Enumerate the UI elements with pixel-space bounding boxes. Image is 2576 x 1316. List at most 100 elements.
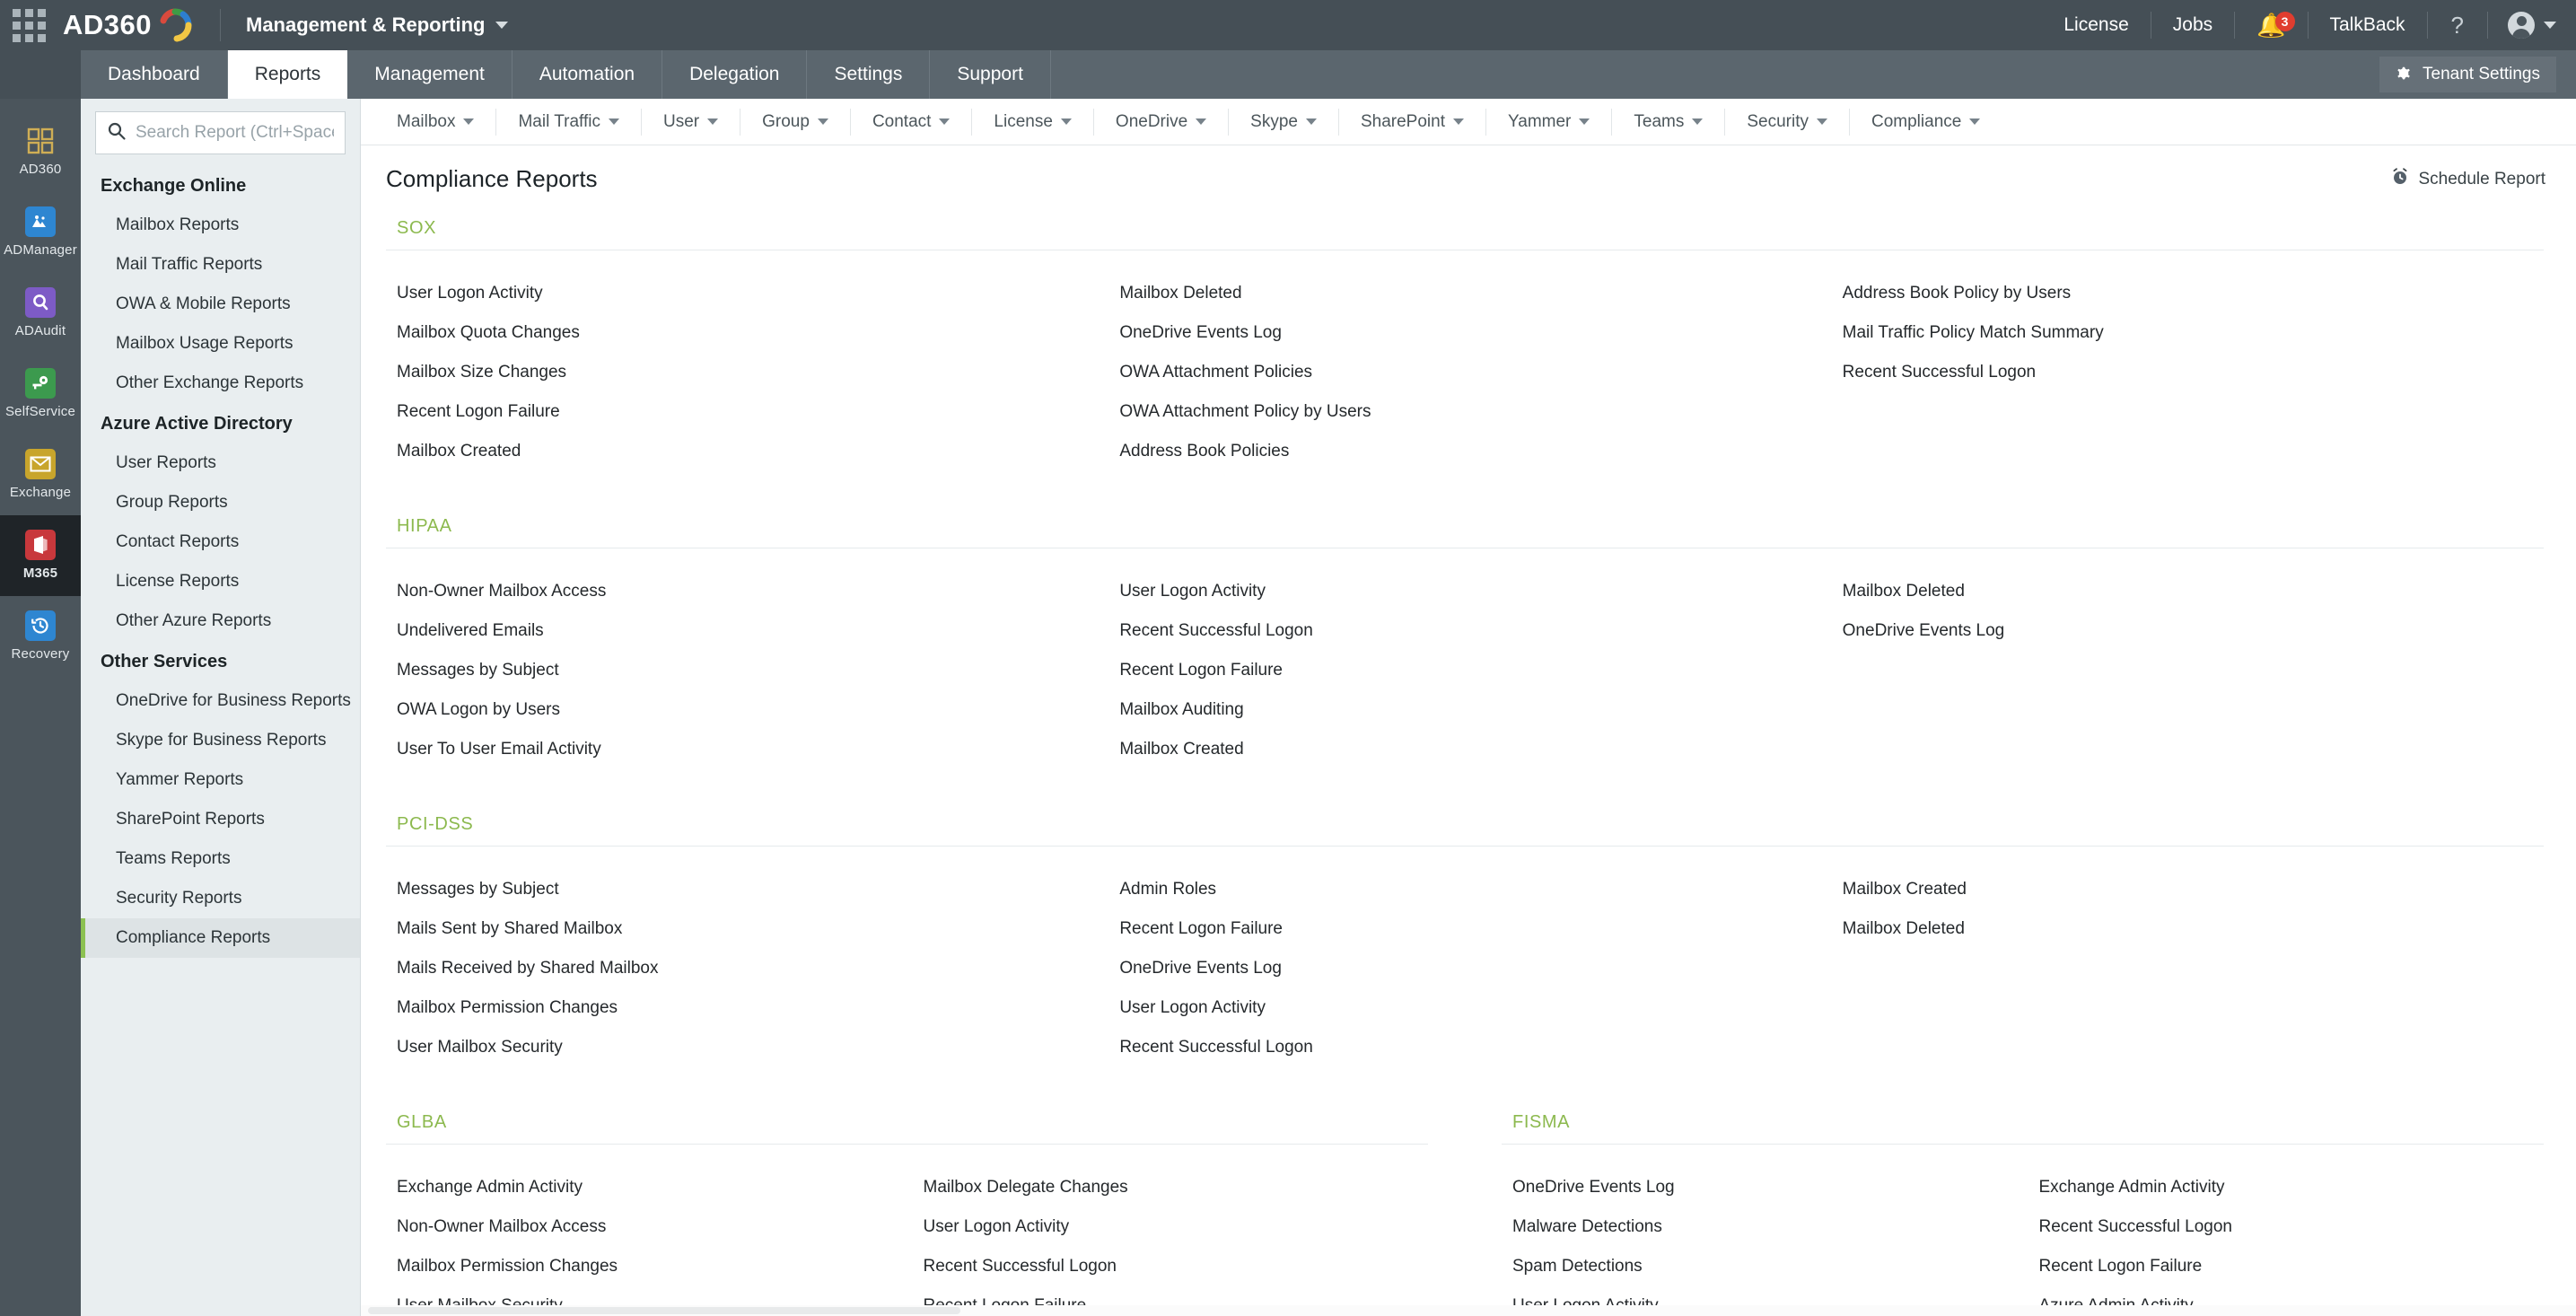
report-link[interactable]: Recent Successful Logon [1108,611,1312,651]
report-link[interactable]: OneDrive Events Log [1108,949,1282,988]
report-link[interactable]: Undelivered Emails [386,611,544,651]
report-link[interactable]: User Logon Activity [913,1207,1070,1247]
report-link[interactable]: Mailbox Auditing [1108,690,1243,730]
module-tab-mailbox[interactable]: Mailbox [375,109,496,136]
report-link[interactable]: Mailbox Permission Changes [386,988,618,1028]
sidebar-item-owa-mobile-reports[interactable]: OWA & Mobile Reports [81,285,360,324]
report-link[interactable]: OWA Attachment Policy by Users [1108,392,1371,432]
report-link[interactable]: User Logon Activity [386,274,543,313]
report-link[interactable]: Mailbox Deleted [1832,909,1965,949]
report-link[interactable]: Mailbox Quota Changes [386,313,580,353]
tab-management[interactable]: Management [347,50,513,99]
search-input[interactable] [136,123,334,143]
tab-reports[interactable]: Reports [228,50,348,99]
report-link[interactable]: OneDrive Events Log [1832,611,2005,651]
report-link[interactable]: OneDrive Events Log [1108,313,1282,353]
module-tab-contact[interactable]: Contact [851,109,972,136]
product-selector[interactable]: Management & Reporting [246,13,508,37]
report-link[interactable]: Address Book Policies [1108,432,1289,471]
sidebar-item-skype-reports[interactable]: Skype for Business Reports [81,721,360,760]
brand-logo[interactable]: AD360 [57,5,195,45]
sidebar-item-compliance-reports[interactable]: Compliance Reports [81,918,360,958]
report-link[interactable]: Messages by Subject [386,870,559,909]
report-link[interactable]: Mails Received by Shared Mailbox [386,949,658,988]
report-link[interactable]: Mailbox Deleted [1832,572,1965,611]
report-link[interactable]: Admin Roles [1108,870,1216,909]
module-tab-mail-traffic[interactable]: Mail Traffic [496,109,642,136]
schedule-report-button[interactable]: Schedule Report [2391,167,2545,191]
report-link[interactable]: Mailbox Created [386,432,521,471]
sidebar-item-mailbox-usage-reports[interactable]: Mailbox Usage Reports [81,324,360,364]
help-icon[interactable]: ? [2428,12,2487,39]
tab-dashboard[interactable]: Dashboard [81,50,228,99]
module-tab-onedrive[interactable]: OneDrive [1094,109,1229,136]
module-tab-group[interactable]: Group [740,109,851,136]
rail-item-admanager[interactable]: ADManager [0,192,81,273]
report-link[interactable]: Mailbox Created [1108,730,1243,769]
rail-item-recovery[interactable]: Recovery [0,596,81,677]
search-box[interactable] [95,111,346,154]
sidebar-item-license-reports[interactable]: License Reports [81,562,360,601]
module-tab-user[interactable]: User [642,109,740,136]
report-link[interactable]: User Mailbox Security [386,1028,563,1067]
report-link[interactable]: User Logon Activity [1108,572,1266,611]
sidebar-item-sharepoint-reports[interactable]: SharePoint Reports [81,800,360,839]
module-tab-teams[interactable]: Teams [1612,109,1725,136]
report-link[interactable]: Spam Detections [1502,1247,1643,1286]
report-link[interactable]: Recent Successful Logon [1832,353,2036,392]
sidebar-item-yammer-reports[interactable]: Yammer Reports [81,760,360,800]
module-tab-sharepoint[interactable]: SharePoint [1339,109,1486,136]
report-link[interactable]: OWA Attachment Policies [1108,353,1312,392]
sidebar-item-other-azure-reports[interactable]: Other Azure Reports [81,601,360,641]
report-link[interactable]: Mailbox Deleted [1108,274,1241,313]
report-link[interactable]: Mailbox Size Changes [386,353,566,392]
sidebar-item-mail-traffic-reports[interactable]: Mail Traffic Reports [81,245,360,285]
tab-delegation[interactable]: Delegation [662,50,807,99]
jobs-link[interactable]: Jobs [2151,10,2234,40]
rail-item-selfservice[interactable]: SelfService [0,354,81,434]
report-link[interactable]: OWA Logon by Users [386,690,560,730]
report-link[interactable]: Exchange Admin Activity [2028,1168,2225,1207]
report-link[interactable]: Recent Successful Logon [2028,1207,2232,1247]
license-link[interactable]: License [2042,10,2150,40]
tab-automation[interactable]: Automation [513,50,662,99]
module-tab-security[interactable]: Security [1725,109,1850,136]
sidebar-item-teams-reports[interactable]: Teams Reports [81,839,360,879]
sidebar-item-user-reports[interactable]: User Reports [81,443,360,483]
rail-item-ad360[interactable]: AD360 [0,111,81,192]
rail-item-exchange[interactable]: Exchange [0,434,81,515]
module-tab-license[interactable]: License [972,109,1094,136]
user-menu[interactable] [2488,12,2556,39]
report-link[interactable]: Recent Logon Failure [1108,651,1283,690]
module-tab-skype[interactable]: Skype [1229,109,1339,136]
module-tab-yammer[interactable]: Yammer [1486,109,1612,136]
report-link[interactable]: Exchange Admin Activity [386,1168,583,1207]
horizontal-scrollbar[interactable] [361,1305,2576,1316]
sidebar-item-group-reports[interactable]: Group Reports [81,483,360,522]
report-link[interactable]: Non-Owner Mailbox Access [386,1207,606,1247]
report-link[interactable]: Address Book Policy by Users [1832,274,2072,313]
module-tab-compliance[interactable]: Compliance [1850,109,2002,136]
report-link[interactable]: Recent Logon Failure [1108,909,1283,949]
report-link[interactable]: Recent Logon Failure [2028,1247,2203,1286]
sidebar-item-contact-reports[interactable]: Contact Reports [81,522,360,562]
report-link[interactable]: Mails Sent by Shared Mailbox [386,909,622,949]
sidebar-item-security-reports[interactable]: Security Reports [81,879,360,918]
report-link[interactable]: Malware Detections [1502,1207,1662,1247]
report-link[interactable]: Recent Logon Failure [386,392,560,432]
report-link[interactable]: Mailbox Created [1832,870,1967,909]
notifications-button[interactable]: 🔔 3 [2235,13,2307,37]
report-scroll-area[interactable]: SOX User Logon Activity Mailbox Quota Ch… [361,207,2576,1316]
report-link[interactable]: OneDrive Events Log [1502,1168,1675,1207]
report-link[interactable]: Recent Successful Logon [913,1247,1117,1286]
sidebar-item-mailbox-reports[interactable]: Mailbox Reports [81,206,360,245]
scrollbar-thumb[interactable] [368,1307,960,1314]
report-link[interactable]: Mailbox Delegate Changes [913,1168,1128,1207]
tab-settings[interactable]: Settings [807,50,930,99]
app-grid-icon[interactable] [0,9,57,42]
tenant-settings-button[interactable]: Tenant Settings [2379,57,2556,92]
report-link[interactable]: Recent Successful Logon [1108,1028,1312,1067]
report-link[interactable]: Mail Traffic Policy Match Summary [1832,313,2104,353]
report-link[interactable]: Messages by Subject [386,651,559,690]
rail-item-m365[interactable]: M365 [0,515,81,596]
